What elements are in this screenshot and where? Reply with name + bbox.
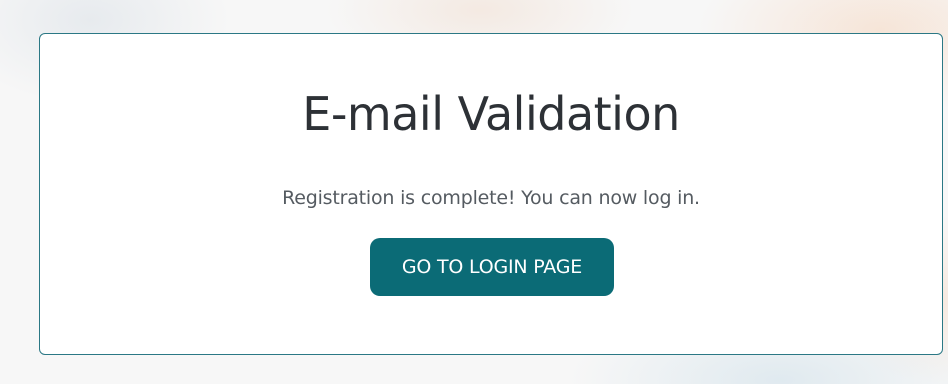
validation-card: E-mail Validation Registration is comple… <box>39 33 943 355</box>
go-to-login-button[interactable]: GO TO LOGIN PAGE <box>370 238 614 296</box>
page-title: E-mail Validation <box>302 87 680 141</box>
status-message: Registration is complete! You can now lo… <box>282 187 700 209</box>
